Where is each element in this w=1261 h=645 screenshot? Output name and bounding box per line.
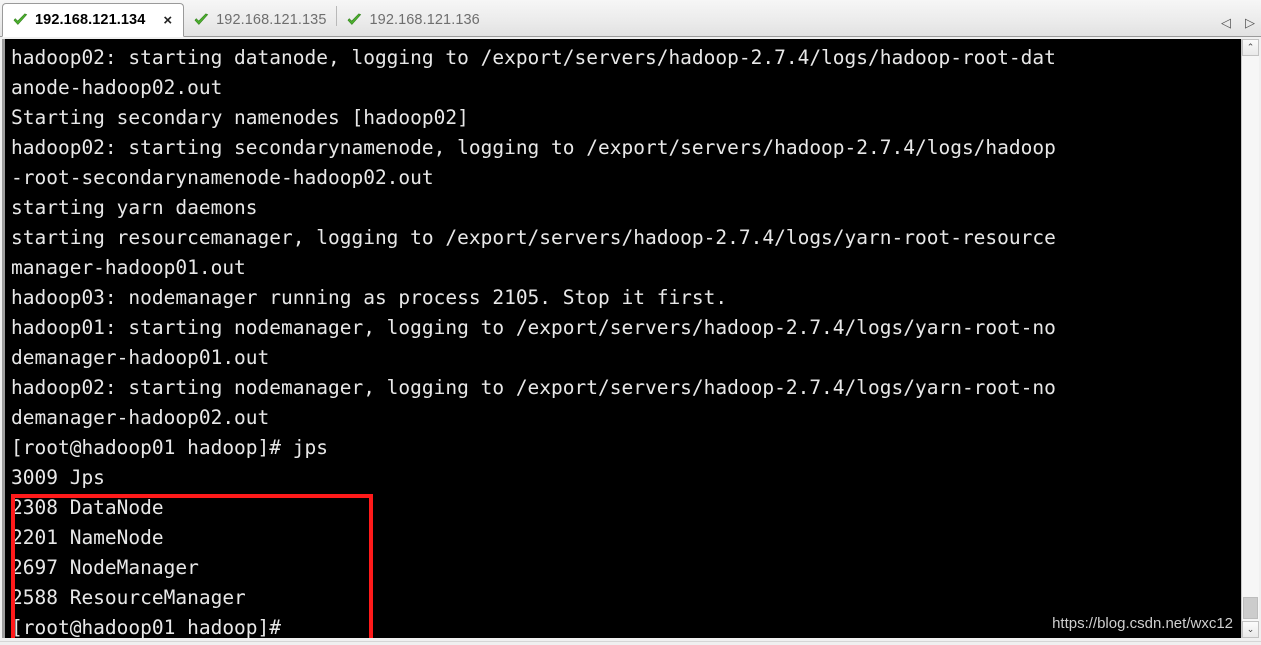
terminal-line: hadoop01: starting nodemanager, logging … xyxy=(11,316,1056,339)
terminal-line: [root@hadoop01 hadoop]# jps xyxy=(11,436,328,459)
window-bottom-edge xyxy=(0,641,1261,645)
terminal-output: hadoop02: starting datanode, logging to … xyxy=(5,39,1241,638)
terminal-console[interactable]: hadoop02: starting datanode, logging to … xyxy=(2,39,1241,638)
tab-scroll-left-icon[interactable]: ◁ xyxy=(1221,16,1231,29)
green-check-icon xyxy=(13,13,28,25)
tab-scroll-right-icon[interactable]: ▷ xyxy=(1245,16,1255,29)
tab-192-168-121-134[interactable]: 192.168.121.134 × xyxy=(2,3,185,37)
terminal-line: demanager-hadoop01.out xyxy=(11,346,270,369)
tab-close-button[interactable]: × xyxy=(160,13,175,28)
terminal-line: -root-secondarynamenode-hadoop02.out xyxy=(11,166,434,189)
tab-192-168-121-135[interactable]: 192.168.121.135 xyxy=(184,4,336,36)
terminal-line: 2697 NodeManager xyxy=(11,556,199,579)
scroll-up-button[interactable]: ⌃ xyxy=(1242,39,1259,56)
terminal-area: hadoop02: starting datanode, logging to … xyxy=(0,37,1261,641)
terminal-line: hadoop02: starting datanode, logging to … xyxy=(11,46,1056,69)
terminal-line: hadoop03: nodemanager running as process… xyxy=(11,286,728,309)
tab-bar: 192.168.121.134 × 192.168.121.135 192.16… xyxy=(0,0,1261,37)
terminal-line: starting resourcemanager, logging to /ex… xyxy=(11,226,1056,249)
terminal-line: 2588 ResourceManager xyxy=(11,586,246,609)
green-check-icon xyxy=(348,13,362,25)
terminal-app-window: 192.168.121.134 × 192.168.121.135 192.16… xyxy=(0,0,1261,645)
green-check-icon xyxy=(194,13,209,25)
scroll-down-button[interactable]: ⌄ xyxy=(1242,621,1259,638)
tab-scroll-controls: ◁ ▷ xyxy=(1221,16,1255,29)
watermark-text: https://blog.csdn.net/wxc12 xyxy=(1052,615,1233,632)
tab-label: 192.168.121.134 xyxy=(35,12,146,28)
tab-label: 192.168.121.136 xyxy=(369,12,480,28)
terminal-line: 3009 Jps xyxy=(11,466,105,489)
terminal-line: 2201 NameNode xyxy=(11,526,164,549)
tab-label: 192.168.121.135 xyxy=(216,12,327,28)
terminal-line: 2308 DataNode xyxy=(11,496,164,519)
terminal-scrollbar[interactable]: ⌃ ⌄ xyxy=(1241,39,1259,638)
terminal-line: hadoop02: starting secondarynamenode, lo… xyxy=(11,136,1056,159)
scrollbar-thumb[interactable] xyxy=(1243,597,1258,619)
terminal-line: Starting secondary namenodes [hadoop02] xyxy=(11,106,469,129)
terminal-line: demanager-hadoop02.out xyxy=(11,406,270,429)
terminal-line: anode-hadoop02.out xyxy=(11,76,223,99)
scrollbar-track[interactable] xyxy=(1242,56,1259,621)
terminal-line: hadoop02: starting nodemanager, logging … xyxy=(11,376,1056,399)
terminal-line: manager-hadoop01.out xyxy=(11,256,246,279)
tab-192-168-121-136[interactable]: 192.168.121.136 xyxy=(337,4,489,36)
terminal-line: starting yarn daemons xyxy=(11,196,258,219)
